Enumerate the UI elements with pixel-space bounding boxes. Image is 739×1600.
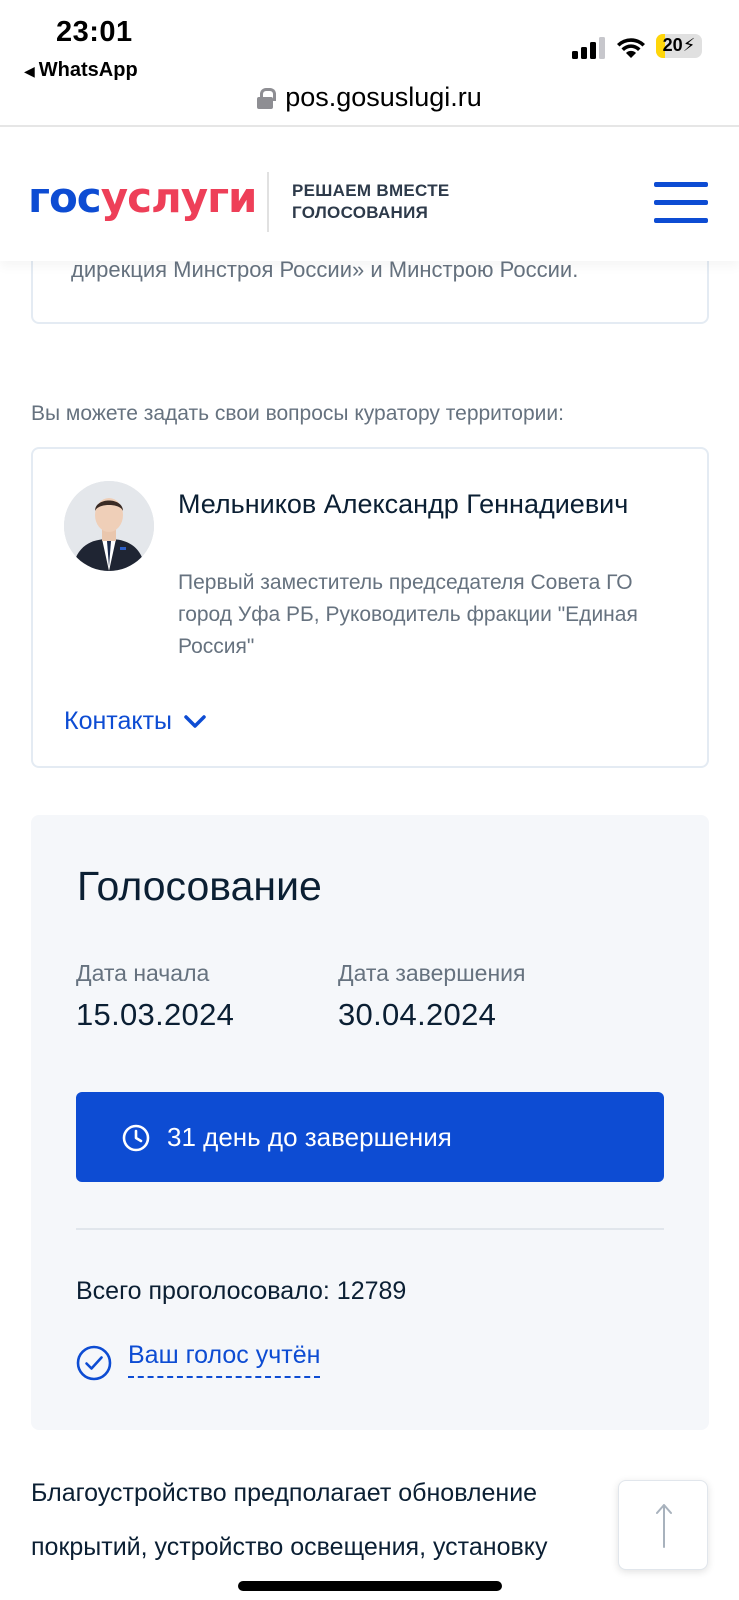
clock: 23:01 [56,16,133,48]
end-date-label: Дата завершения [338,960,526,986]
check-circle-icon [76,1345,112,1381]
end-date-block: Дата завершения 30.04.2024 [338,960,525,1033]
header-separator [267,172,269,232]
arrow-up-icon [656,1504,672,1548]
site-header: госуслуги РЕШАЕМ ВМЕСТЕ ГОЛОСОВАНИЯ [0,127,739,261]
days-left-text: 31 день до завершения [167,1122,452,1152]
vote-recorded-label: Ваш голос учтён [128,1341,321,1378]
back-to-app-link[interactable]: ◀ WhatsApp [24,59,138,82]
url-text: pos.gosuslugi.ru [285,82,482,112]
start-date-label: Дата начала [76,960,210,986]
battery-icon: 20⚡ [656,34,702,58]
scroll-to-top-button[interactable] [618,1480,708,1570]
avatar [64,481,154,571]
hamburger-icon[interactable] [654,182,708,224]
gosuslugi-logo[interactable]: госуслуги [28,173,257,222]
voting-panel: Голосование Дата начала 15.03.2024 Дата … [31,815,709,1430]
start-date-block: Дата начала 15.03.2024 [76,960,234,1033]
contacts-label: Контакты [64,707,172,735]
curator-card: Мельников Александр Геннадиевич Первый з… [31,447,709,768]
clock-icon [122,1124,150,1152]
status-bar: 23:01 ◀ WhatsApp 20⚡ [0,0,739,82]
voting-title: Голосование [77,863,322,909]
wifi-icon [616,36,646,60]
start-date-value: 15.03.2024 [76,997,235,1032]
contacts-toggle[interactable]: Контакты [64,707,206,736]
description-text: Благоустройство предполагает обновление … [31,1479,548,1561]
back-app-label: WhatsApp [38,59,138,81]
panel-divider [76,1228,664,1230]
curator-caption: Вы можете задать свои вопросы куратору т… [31,402,564,425]
cellular-signal-icon [572,37,606,59]
home-indicator[interactable] [238,1581,502,1591]
lock-icon [257,88,277,109]
url-bar[interactable]: pos.gosuslugi.ru [0,80,739,126]
days-left-banner: 31 день до завершения [76,1092,664,1182]
battery-percent: 20⚡ [662,35,696,55]
chevron-down-icon [184,715,206,729]
curator-role: Первый заместитель председателя Совета Г… [178,571,638,658]
header-tagline: РЕШАЕМ ВМЕСТЕ ГОЛОСОВАНИЯ [292,181,450,222]
end-date-value: 30.04.2024 [338,997,497,1032]
total-votes: Всего проголосовало: 12789 [76,1277,407,1305]
curator-name: Мельников Александр Геннадиевич [178,489,629,519]
back-arrow-icon: ◀ [24,63,35,79]
